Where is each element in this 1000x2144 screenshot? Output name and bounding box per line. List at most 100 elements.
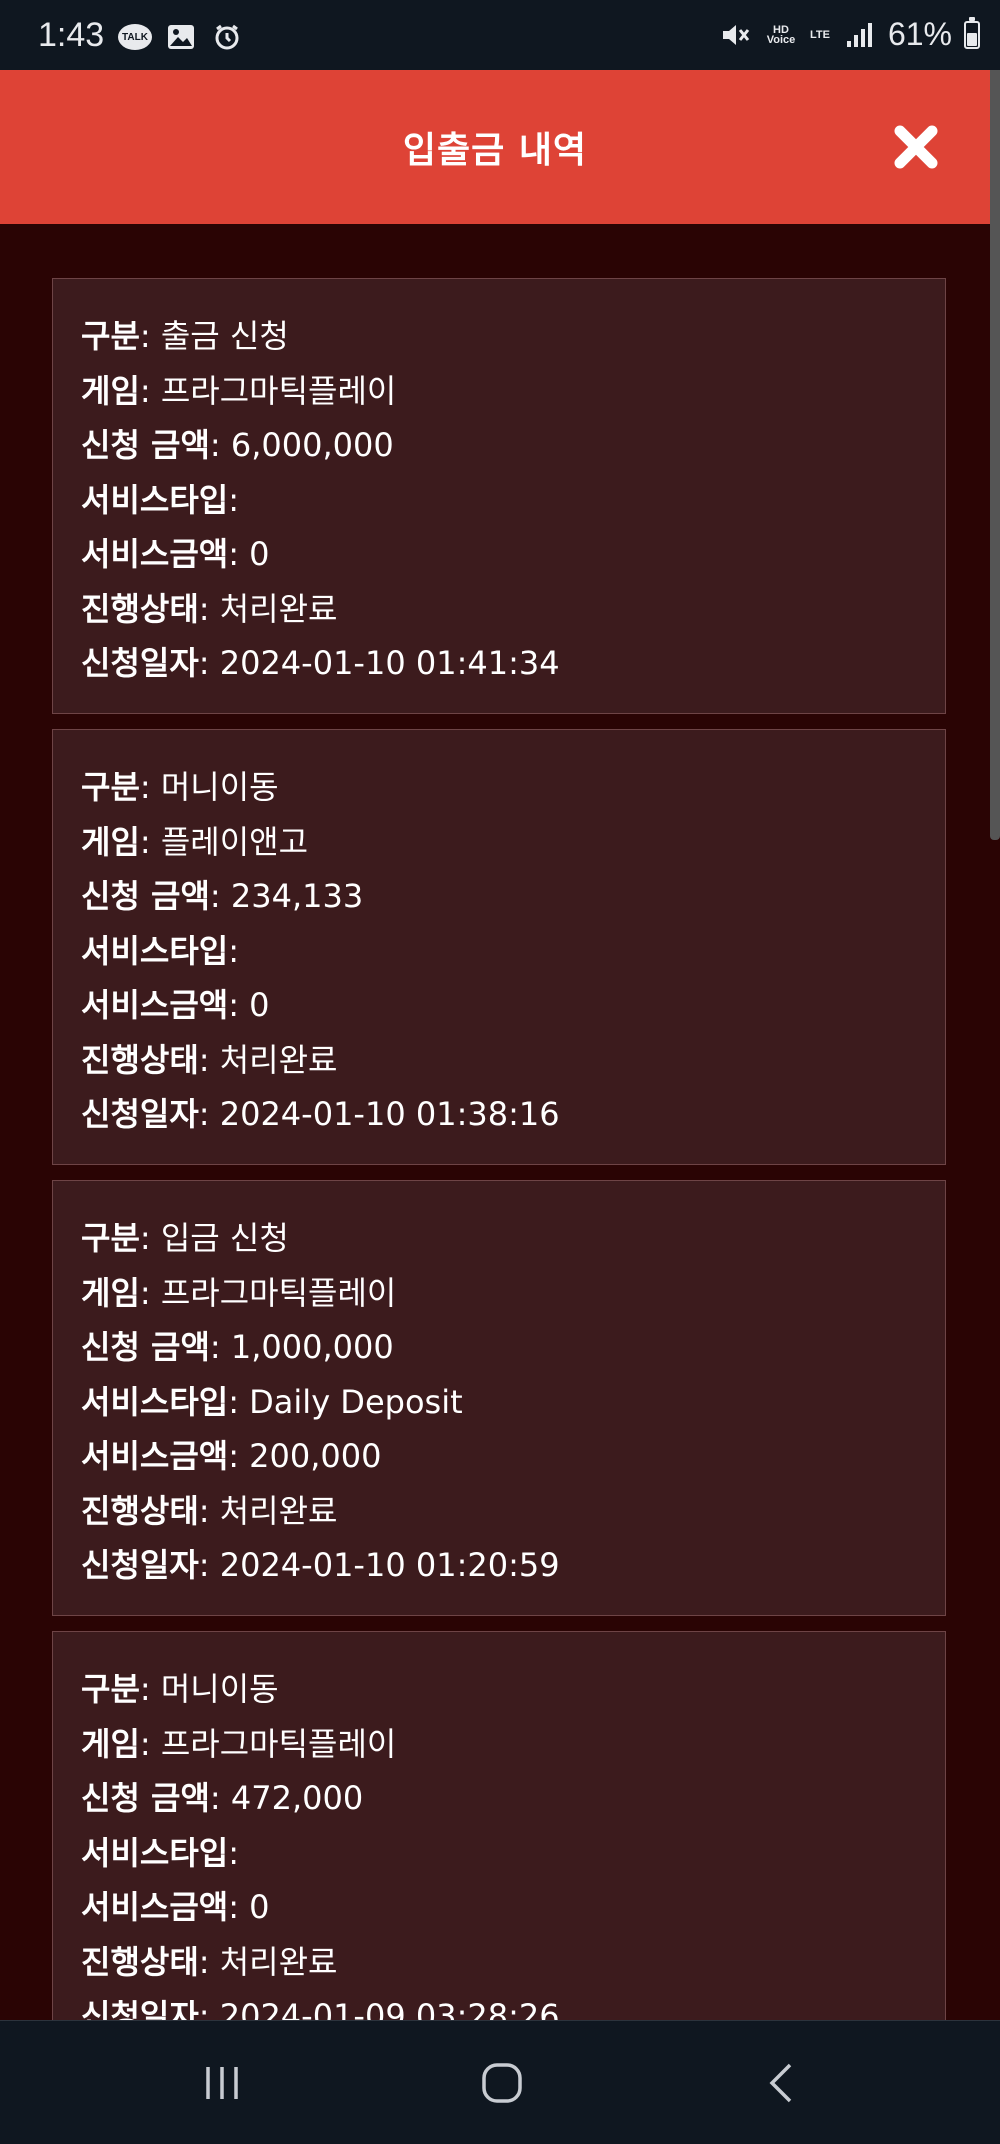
field-status: 진행상태: 처리완료 (81, 1033, 917, 1088)
field-amount: 신청 금액: 472,000 (81, 1771, 917, 1826)
back-button[interactable] (752, 2053, 812, 2113)
field-service-amount: 서비스금액: 0 (81, 1880, 917, 1935)
navigation-bar (0, 2020, 1000, 2144)
battery-percent: 61% (887, 16, 952, 52)
field-value: 472,000 (230, 1779, 364, 1817)
field-type: 구분: 출금 신청 (81, 309, 917, 364)
field-value: 처리완료 (219, 1491, 338, 1530)
close-icon[interactable] (890, 121, 942, 173)
mute-icon (718, 20, 752, 50)
field-label: 신청일자 (81, 1095, 199, 1133)
field-service-type: 서비스타입: (81, 924, 917, 979)
field-type: 구분: 머니이동 (81, 760, 917, 815)
field-separator: : (139, 768, 161, 806)
field-value: 입금 신청 (160, 1219, 289, 1257)
field-label: 진행상태 (81, 589, 199, 628)
field-value: 처리완료 (219, 589, 338, 628)
field-label: 신청 금액 (81, 1779, 210, 1817)
field-separator: : (139, 1273, 161, 1312)
field-separator: : (228, 1437, 250, 1475)
transaction-card: 구분: 머니이동 게임: 플레이앤고 신청 금액: 234,133 서비스타입: 서비… (52, 729, 946, 1165)
field-value: 머니이동 (160, 768, 279, 806)
transaction-card: 구분: 입금 신청 게임: 프라그마틱플레이 신청 금액: 1,000,000 서비스… (52, 1180, 946, 1616)
field-value: 200,000 (249, 1437, 382, 1475)
home-icon[interactable] (480, 2061, 524, 2105)
field-separator: : (198, 1040, 220, 1079)
field-service-type: 서비스타입: Daily Deposit (81, 1375, 917, 1430)
field-service-amount: 서비스금액: 0 (81, 527, 917, 582)
field-separator: : (139, 1724, 161, 1763)
field-label: 서비스타입 (81, 931, 229, 970)
field-type: 구분: 입금 신청 (81, 1211, 917, 1266)
home-button[interactable] (472, 2053, 532, 2113)
notification-icons: TALK (118, 22, 244, 52)
field-value: 플레이앤고 (160, 822, 309, 861)
field-status: 진행상태: 처리완료 (81, 1484, 917, 1539)
field-label: 신청 금액 (81, 426, 210, 464)
field-label: 신청일자 (81, 1546, 199, 1584)
field-value: 1,000,000 (230, 1328, 394, 1366)
transaction-list[interactable]: 구분: 출금 신청 게임: 프라그마틱플레이 신청 금액: 6,000,000 서비스… (0, 224, 990, 2020)
field-label: 진행상태 (81, 1040, 199, 1079)
field-separator: : (198, 644, 220, 682)
recent-apps-button[interactable] (192, 2053, 252, 2113)
recent-apps-icon[interactable] (200, 2063, 244, 2103)
field-separator: : (228, 480, 239, 519)
field-status: 진행상태: 처리완료 (81, 582, 917, 637)
field-value: Daily Deposit (249, 1382, 463, 1421)
field-date: 신청일자: 2024-01-09 03:28:26 (81, 1989, 917, 2020)
field-type: 구분: 머니이동 (81, 1662, 917, 1717)
field-label: 게임 (81, 371, 140, 410)
field-separator: : (139, 1219, 161, 1257)
field-status: 진행상태: 처리완료 (81, 1935, 917, 1990)
field-label: 신청 금액 (81, 877, 210, 915)
field-label: 서비스금액 (81, 986, 229, 1024)
field-value: 0 (249, 1888, 270, 1926)
field-value: 프라그마틱플레이 (160, 371, 397, 410)
page-header: 입출금 내역 (0, 70, 990, 224)
field-label: 진행상태 (81, 1491, 199, 1530)
field-separator: : (209, 877, 231, 915)
field-game: 게임: 프라그마틱플레이 (81, 364, 917, 419)
field-date: 신청일자: 2024-01-10 01:41:34 (81, 636, 917, 691)
page-title: 입출금 내역 (402, 130, 588, 171)
field-service-amount: 서비스금액: 200,000 (81, 1429, 917, 1484)
system-icons: HD Voice LTE 61% (718, 16, 980, 53)
status-bar: 1:43 TALK HD Voice LTE 61% (0, 0, 1000, 70)
field-amount: 신청 금액: 6,000,000 (81, 418, 917, 473)
field-separator: : (198, 1942, 220, 1981)
field-label: 서비스타입 (81, 480, 229, 519)
kakaotalk-icon: TALK (118, 22, 152, 52)
field-separator: : (228, 1888, 250, 1926)
field-separator: : (209, 1779, 231, 1817)
back-icon[interactable] (762, 2061, 802, 2105)
field-separator: : (139, 822, 161, 861)
alarm-icon (210, 22, 244, 52)
field-separator: : (198, 1095, 220, 1133)
field-service-amount: 서비스금액: 0 (81, 978, 917, 1033)
field-separator: : (209, 426, 231, 464)
field-label: 서비스타입 (81, 1833, 229, 1872)
scrollbar-thumb[interactable] (990, 70, 1000, 840)
field-label: 진행상태 (81, 1942, 199, 1981)
battery-icon (964, 16, 980, 49)
close-button[interactable] (890, 121, 942, 173)
lte-icon: LTE (809, 28, 830, 41)
field-label: 게임 (81, 1273, 140, 1312)
field-label: 게임 (81, 822, 140, 861)
field-separator: : (228, 535, 250, 573)
field-separator: : (139, 371, 161, 410)
gallery-icon (164, 22, 198, 52)
signal-icon (842, 20, 876, 50)
field-game: 게임: 프라그마틱플레이 (81, 1266, 917, 1321)
field-separator: : (139, 317, 161, 355)
field-date: 신청일자: 2024-01-10 01:20:59 (81, 1538, 917, 1593)
field-separator: : (228, 986, 250, 1024)
field-separator: : (228, 1382, 250, 1421)
field-separator: : (228, 931, 239, 970)
field-amount: 신청 금액: 1,000,000 (81, 1320, 917, 1375)
field-label: 신청 금액 (81, 1328, 210, 1366)
field-value: 2024-01-09 03:28:26 (219, 1997, 560, 2020)
field-label: 구분 (81, 1670, 140, 1708)
field-value: 프라그마틱플레이 (160, 1724, 397, 1763)
